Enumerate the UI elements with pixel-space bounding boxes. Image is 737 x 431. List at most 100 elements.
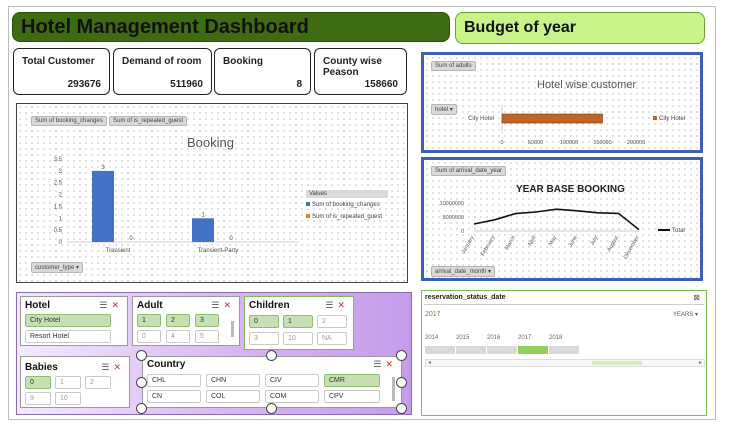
slicer-item-babies-1[interactable]: 1 — [55, 376, 81, 389]
slicer-title: Hotel — [25, 300, 50, 311]
hotel-chart-panel[interactable]: Sum of adults Hotel wise customer hotel … — [421, 52, 703, 153]
slicer-item-country-cpv[interactable]: CPV — [324, 390, 380, 403]
multi-select-icon[interactable]: ☰ — [373, 359, 385, 369]
resize-handle[interactable] — [136, 377, 147, 388]
scroll-right-icon[interactable]: ▸ — [699, 359, 702, 366]
resize-handle[interactable] — [396, 403, 407, 414]
legend-swatch-icon — [653, 116, 657, 120]
resize-handle[interactable] — [266, 403, 277, 414]
timeline-year-2015[interactable]: 2015 — [456, 335, 469, 341]
budget-title: Budget of year — [464, 19, 577, 36]
timeline-year-2016[interactable]: 2016 — [487, 335, 500, 341]
slicer-babies[interactable]: Babies ☰✕ 0 1 2 9 10 — [20, 356, 130, 408]
slicer-item-babies-9[interactable]: 9 — [25, 392, 51, 405]
budget-banner: Budget of year — [455, 12, 705, 44]
slicer-item-children-10[interactable]: 10 — [283, 332, 313, 345]
booking-chart-panel[interactable]: Sum of booking_changes Sum of is_repeate… — [16, 103, 408, 283]
legend-line-icon — [658, 229, 670, 232]
slicer-adult[interactable]: Adult ☰✕ 1 2 3 0 4 5 — [132, 296, 240, 346]
timeline-bar[interactable] — [487, 346, 517, 354]
slicer-scrollbar[interactable] — [392, 377, 395, 401]
slicer-scrollbar[interactable] — [231, 321, 234, 337]
multi-select-icon[interactable]: ☰ — [325, 300, 337, 310]
slicer-item-country-chl[interactable]: CHL — [147, 374, 201, 387]
kpi-country-wise-person[interactable]: County wise Peason 158660 — [314, 48, 407, 95]
slicer-controls: ☰✕ — [373, 359, 397, 370]
slicer-item-babies-10[interactable]: 10 — [55, 392, 81, 405]
resize-handle[interactable] — [136, 403, 147, 414]
resize-handle[interactable] — [266, 350, 277, 361]
resize-handle[interactable] — [396, 350, 407, 361]
slicer-item-adult-5[interactable]: 5 — [195, 330, 219, 343]
booking-data-label: 0 — [229, 236, 233, 242]
clear-filter-icon[interactable]: ✕ — [337, 300, 349, 310]
kpi-booking[interactable]: Booking 8 — [214, 48, 311, 95]
booking-x-tick: Transient-Party — [198, 248, 239, 254]
timeline-year-2014[interactable]: 2014 — [425, 335, 438, 341]
kpi-label: Demand of room — [122, 56, 202, 67]
slicer-item-children-0[interactable]: 0 — [249, 315, 279, 328]
booking-legend-item: Sum of booking_changes — [306, 202, 380, 208]
slicer-country[interactable]: Country ☰✕ CHL CHN CIV CMR CN COL COM CP… — [142, 356, 402, 408]
resize-handle[interactable] — [136, 350, 147, 361]
multi-select-icon[interactable]: ☰ — [99, 300, 111, 310]
slicer-item-country-civ[interactable]: CIV — [265, 374, 319, 387]
slicer-item-city-hotel[interactable]: City Hotel — [25, 314, 111, 327]
timeline-level-picker[interactable]: YEARS ▾ — [673, 311, 698, 318]
clear-filter-icon[interactable]: ✕ — [385, 359, 397, 369]
slicer-hotel[interactable]: Hotel ☰✕ City Hotel Resort Hotel — [20, 296, 128, 346]
slicer-controls: ☰✕ — [99, 300, 123, 311]
resize-handle[interactable] — [396, 377, 407, 388]
slicer-item-adult-0[interactable]: 0 — [137, 330, 161, 343]
year-y-tick: 0 — [461, 229, 464, 235]
clear-filter-icon[interactable]: ✕ — [113, 362, 125, 372]
timeline-bar[interactable] — [456, 346, 486, 354]
timeline-reservation-status-date[interactable]: reservation_status_date ⊠ 2017 YEARS ▾ 2… — [421, 290, 707, 416]
kpi-total-customer[interactable]: Total Customer 293676 — [13, 48, 110, 95]
hotel-x-tick: 150000 — [593, 140, 611, 146]
scroll-thumb[interactable] — [592, 361, 642, 365]
slicer-item-country-cn[interactable]: CN — [147, 390, 201, 403]
slicer-title: Adult — [137, 300, 163, 311]
slicer-item-country-col[interactable]: COL — [206, 390, 260, 403]
timeline-year-2018[interactable]: 2018 — [549, 335, 562, 341]
kpi-label: County wise Peason — [323, 56, 382, 78]
clear-filter-icon[interactable]: ⊠ — [693, 293, 700, 302]
booking-data-label: 3 — [101, 165, 105, 171]
slicer-children[interactable]: Children ☰✕ 0 1 2 3 10 NA — [244, 296, 354, 350]
slicer-item-country-chn[interactable]: CHN — [206, 374, 260, 387]
axis-button-label: customer_type — [35, 265, 75, 271]
clear-filter-icon[interactable]: ✕ — [223, 300, 235, 310]
slicer-item-adult-4[interactable]: 4 — [166, 330, 190, 343]
slicer-item-children-2[interactable]: 2 — [317, 315, 347, 328]
multi-select-icon[interactable]: ☰ — [101, 362, 113, 372]
timeline-year-2017[interactable]: 2017 — [518, 335, 531, 341]
slicer-item-adult-2[interactable]: 2 — [166, 314, 190, 327]
axis-button-arrival-month[interactable]: arrival_date_month ▾ — [431, 266, 496, 277]
multi-select-icon[interactable]: ☰ — [211, 300, 223, 310]
year-x-tick: July — [589, 235, 599, 247]
slicer-item-babies-2[interactable]: 2 — [85, 376, 111, 389]
year-x-tick: January — [461, 235, 476, 255]
slicer-item-country-cmr[interactable]: CMR — [324, 374, 380, 387]
scroll-left-icon[interactable]: ◂ — [428, 359, 431, 366]
timeline-bar-selected[interactable] — [518, 346, 548, 354]
slicer-item-children-na[interactable]: NA — [317, 332, 347, 345]
dashboard-title: Hotel Management Dashboard — [21, 16, 309, 38]
hotel-chart: 0 50000 100000 150000 200000 — [500, 105, 645, 146]
slicer-item-children-3[interactable]: 3 — [249, 332, 279, 345]
slicer-item-resort-hotel[interactable]: Resort Hotel — [25, 330, 111, 343]
slicer-item-country-com[interactable]: COM — [265, 390, 319, 403]
axis-button-customer-type[interactable]: customer_type ▾ — [31, 262, 84, 273]
year-chart-panel[interactable]: Sum of arrival_date_year YEAR BASE BOOKI… — [421, 157, 703, 281]
timeline-bar[interactable] — [425, 346, 455, 354]
slicer-item-adult-3[interactable]: 3 — [195, 314, 219, 327]
legend-swatch-icon — [306, 214, 310, 218]
timeline-scrollbar[interactable]: ◂ ▸ — [425, 359, 705, 367]
slicer-item-children-1[interactable]: 1 — [283, 315, 313, 328]
slicer-item-adult-1[interactable]: 1 — [137, 314, 161, 327]
slicer-item-babies-0[interactable]: 0 — [25, 376, 51, 389]
kpi-demand-of-room[interactable]: Demand of room 511960 — [113, 48, 212, 95]
timeline-bar[interactable] — [549, 346, 579, 354]
clear-filter-icon[interactable]: ✕ — [111, 300, 123, 310]
